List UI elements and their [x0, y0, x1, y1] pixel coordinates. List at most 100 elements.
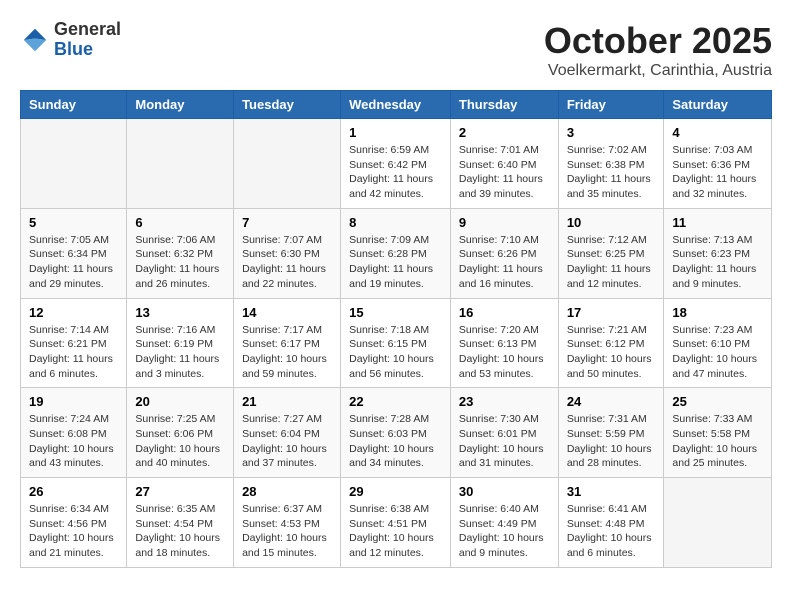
calendar-cell: [127, 119, 234, 209]
day-number: 31: [567, 484, 656, 499]
title-block: October 2025 Voelkermarkt, Carinthia, Au…: [544, 20, 772, 80]
day-number: 20: [135, 394, 225, 409]
weekday-header-wednesday: Wednesday: [341, 91, 451, 119]
calendar-cell: 28Sunrise: 6:37 AM Sunset: 4:53 PM Dayli…: [234, 478, 341, 568]
day-info: Sunrise: 7:24 AM Sunset: 6:08 PM Dayligh…: [29, 412, 118, 471]
calendar-cell: 12 Sunrise: 7:14 AM Sunset: 6:21 PM Dayli…: [21, 298, 127, 388]
day-info: Sunrise: 7:13 AM Sunset: 6:23 PM Dayligh…: [672, 233, 763, 292]
day-number: 21: [242, 394, 332, 409]
calendar-cell: 3 Sunrise: 7:02 AM Sunset: 6:38 PM Daylig…: [558, 119, 664, 209]
calendar-cell: 15Sunrise: 7:18 AM Sunset: 6:15 PM Dayli…: [341, 298, 451, 388]
day-number: 16: [459, 305, 550, 320]
day-info: Sunrise: 6:59 AM Sunset: 6:42 PM Dayligh…: [349, 143, 442, 202]
calendar-cell: 21 Sunrise: 7:27 AM Sunset: 6:04 PM Dayli…: [234, 388, 341, 478]
weekday-header-monday: Monday: [127, 91, 234, 119]
day-number: 5: [29, 215, 118, 230]
calendar-cell: 16 Sunrise: 7:20 AM Sunset: 6:13 PM Dayli…: [450, 298, 558, 388]
day-info: Sunrise: 7:33 AM Sunset: 5:58 PM Dayligh…: [672, 412, 763, 471]
calendar-cell: 8Sunrise: 7:09 AM Sunset: 6:28 PM Daylig…: [341, 208, 451, 298]
day-info: Sunrise: 6:35 AM Sunset: 4:54 PM Dayligh…: [135, 502, 225, 561]
day-number: 6: [135, 215, 225, 230]
day-info: Sunrise: 6:37 AM Sunset: 4:53 PM Dayligh…: [242, 502, 332, 561]
calendar-cell: 30 Sunrise: 6:40 AM Sunset: 4:49 PM Dayli…: [450, 478, 558, 568]
day-number: 12: [29, 305, 118, 320]
day-number: 26: [29, 484, 118, 499]
day-number: 2: [459, 125, 550, 140]
page-header: General Blue October 2025 Voelkermarkt, …: [20, 20, 772, 80]
day-info: Sunrise: 7:30 AM Sunset: 6:01 PM Dayligh…: [459, 412, 550, 471]
day-number: 30: [459, 484, 550, 499]
day-info: Sunrise: 7:25 AM Sunset: 6:06 PM Dayligh…: [135, 412, 225, 471]
day-info: Sunrise: 7:27 AM Sunset: 6:04 PM Dayligh…: [242, 412, 332, 471]
day-info: Sunrise: 6:38 AM Sunset: 4:51 PM Dayligh…: [349, 502, 442, 561]
day-number: 22: [349, 394, 442, 409]
day-number: 19: [29, 394, 118, 409]
calendar-cell: [664, 478, 772, 568]
calendar-cell: 31 Sunrise: 6:41 AM Sunset: 4:48 PM Dayli…: [558, 478, 664, 568]
calendar-cell: 23 Sunrise: 7:30 AM Sunset: 6:01 PM Dayli…: [450, 388, 558, 478]
calendar-cell: 2 Sunrise: 7:01 AM Sunset: 6:40 PM Daylig…: [450, 119, 558, 209]
day-info: Sunrise: 7:20 AM Sunset: 6:13 PM Dayligh…: [459, 323, 550, 382]
weekday-header-tuesday: Tuesday: [234, 91, 341, 119]
calendar-cell: 27 Sunrise: 6:35 AM Sunset: 4:54 PM Dayli…: [127, 478, 234, 568]
day-number: 14: [242, 305, 332, 320]
calendar-cell: 17 Sunrise: 7:21 AM Sunset: 6:12 PM Dayli…: [558, 298, 664, 388]
calendar-table: SundayMondayTuesdayWednesdayThursdayFrid…: [20, 90, 772, 568]
weekday-header-thursday: Thursday: [450, 91, 558, 119]
calendar-week-row: 26Sunrise: 6:34 AM Sunset: 4:56 PM Dayli…: [21, 478, 772, 568]
calendar-cell: 19 Sunrise: 7:24 AM Sunset: 6:08 PM Dayli…: [21, 388, 127, 478]
calendar-cell: 6 Sunrise: 7:06 AM Sunset: 6:32 PM Daylig…: [127, 208, 234, 298]
calendar-cell: 20 Sunrise: 7:25 AM Sunset: 6:06 PM Dayli…: [127, 388, 234, 478]
calendar-week-row: 19 Sunrise: 7:24 AM Sunset: 6:08 PM Dayli…: [21, 388, 772, 478]
day-number: 11: [672, 215, 763, 230]
calendar-cell: 24Sunrise: 7:31 AM Sunset: 5:59 PM Dayli…: [558, 388, 664, 478]
day-info: Sunrise: 7:16 AM Sunset: 6:19 PM Dayligh…: [135, 323, 225, 382]
calendar-cell: 5Sunrise: 7:05 AM Sunset: 6:34 PM Daylig…: [21, 208, 127, 298]
day-info: Sunrise: 7:02 AM Sunset: 6:38 PM Dayligh…: [567, 143, 656, 202]
calendar-cell: [21, 119, 127, 209]
day-info: Sunrise: 7:28 AM Sunset: 6:03 PM Dayligh…: [349, 412, 442, 471]
day-info: Sunrise: 7:01 AM Sunset: 6:40 PM Dayligh…: [459, 143, 550, 202]
day-info: Sunrise: 7:21 AM Sunset: 6:12 PM Dayligh…: [567, 323, 656, 382]
day-info: Sunrise: 6:40 AM Sunset: 4:49 PM Dayligh…: [459, 502, 550, 561]
day-info: Sunrise: 7:03 AM Sunset: 6:36 PM Dayligh…: [672, 143, 763, 202]
calendar-cell: 18Sunrise: 7:23 AM Sunset: 6:10 PM Dayli…: [664, 298, 772, 388]
day-info: Sunrise: 7:18 AM Sunset: 6:15 PM Dayligh…: [349, 323, 442, 382]
calendar-week-row: 1 Sunrise: 6:59 AM Sunset: 6:42 PM Daylig…: [21, 119, 772, 209]
day-info: Sunrise: 7:23 AM Sunset: 6:10 PM Dayligh…: [672, 323, 763, 382]
month-title: October 2025: [544, 20, 772, 62]
calendar-cell: 11 Sunrise: 7:13 AM Sunset: 6:23 PM Dayli…: [664, 208, 772, 298]
calendar-cell: 14 Sunrise: 7:17 AM Sunset: 6:17 PM Dayli…: [234, 298, 341, 388]
weekday-header-saturday: Saturday: [664, 91, 772, 119]
day-number: 29: [349, 484, 442, 499]
calendar-cell: 25 Sunrise: 7:33 AM Sunset: 5:58 PM Dayli…: [664, 388, 772, 478]
day-number: 17: [567, 305, 656, 320]
logo-general-text: General: [54, 20, 121, 40]
weekday-header-sunday: Sunday: [21, 91, 127, 119]
logo: General Blue: [20, 20, 121, 60]
logo-blue-text: Blue: [54, 40, 121, 60]
calendar-cell: 13Sunrise: 7:16 AM Sunset: 6:19 PM Dayli…: [127, 298, 234, 388]
day-info: Sunrise: 7:06 AM Sunset: 6:32 PM Dayligh…: [135, 233, 225, 292]
calendar-week-row: 12 Sunrise: 7:14 AM Sunset: 6:21 PM Dayli…: [21, 298, 772, 388]
day-number: 24: [567, 394, 656, 409]
calendar-cell: 1 Sunrise: 6:59 AM Sunset: 6:42 PM Daylig…: [341, 119, 451, 209]
day-number: 8: [349, 215, 442, 230]
day-number: 27: [135, 484, 225, 499]
day-number: 25: [672, 394, 763, 409]
day-number: 10: [567, 215, 656, 230]
day-number: 7: [242, 215, 332, 230]
day-number: 1: [349, 125, 442, 140]
calendar-week-row: 5Sunrise: 7:05 AM Sunset: 6:34 PM Daylig…: [21, 208, 772, 298]
day-number: 4: [672, 125, 763, 140]
day-info: Sunrise: 7:14 AM Sunset: 6:21 PM Dayligh…: [29, 323, 118, 382]
day-info: Sunrise: 6:41 AM Sunset: 4:48 PM Dayligh…: [567, 502, 656, 561]
day-info: Sunrise: 7:17 AM Sunset: 6:17 PM Dayligh…: [242, 323, 332, 382]
day-info: Sunrise: 7:10 AM Sunset: 6:26 PM Dayligh…: [459, 233, 550, 292]
location: Voelkermarkt, Carinthia, Austria: [544, 62, 772, 80]
calendar-cell: 10Sunrise: 7:12 AM Sunset: 6:25 PM Dayli…: [558, 208, 664, 298]
day-number: 9: [459, 215, 550, 230]
calendar-cell: [234, 119, 341, 209]
day-number: 23: [459, 394, 550, 409]
day-number: 3: [567, 125, 656, 140]
